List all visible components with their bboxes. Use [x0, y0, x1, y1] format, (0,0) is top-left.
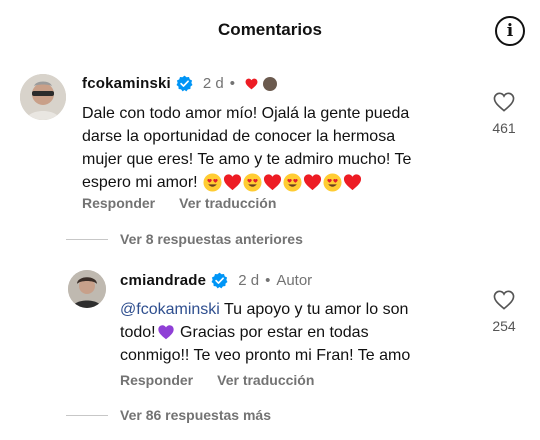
- heart-eyes-emoji-icon: [323, 173, 342, 192]
- separator-dot: •: [229, 75, 236, 92]
- heart-outline-icon[interactable]: [493, 290, 515, 310]
- reply-text: @fcokaminski Tu apoyo y tu amor lo son t…: [120, 298, 440, 367]
- heart-outline-icon[interactable]: [493, 92, 515, 112]
- like-count: 254: [492, 318, 516, 334]
- translate-button[interactable]: Ver traducción: [217, 372, 314, 388]
- reply-meta: cmiandrade 2 d • Autor: [120, 272, 312, 289]
- reply-line: @fcokaminski Tu apoyo y tu amor lo son: [120, 298, 440, 321]
- reply-line-text: Gracias por estar en todas: [175, 324, 369, 341]
- comment-text: Dale con todo amor mío! Ojalá la gente p…: [82, 102, 412, 194]
- red-heart-emoji-icon: [223, 174, 241, 191]
- author-avatar-mini: [263, 76, 278, 91]
- avatar[interactable]: [20, 74, 66, 120]
- purple-heart-emoji-icon: [157, 325, 174, 340]
- username[interactable]: fcokaminski: [82, 75, 171, 92]
- view-previous-replies[interactable]: Ver 8 respuestas anteriores: [66, 231, 303, 247]
- red-heart-icon: [245, 78, 258, 89]
- like-count: 461: [492, 120, 516, 136]
- mention-link[interactable]: @fcokaminski: [120, 301, 220, 318]
- author-badge: Autor: [276, 272, 313, 289]
- info-icon[interactable]: i: [495, 16, 525, 46]
- comment-meta: fcokaminski 2 d •: [82, 75, 278, 92]
- heart-eyes-emoji-icon: [203, 173, 222, 192]
- page-title: Comentarios: [218, 20, 322, 39]
- reply-line: conmigo!! Te veo pronto mi Fran! Te amo: [120, 347, 411, 364]
- view-more-replies[interactable]: Ver 86 respuestas más: [66, 407, 271, 423]
- separator-dot: •: [265, 272, 271, 289]
- comment-line: espero mi amor!: [82, 174, 198, 191]
- reply-line-text: Tu apoyo y tu amor lo son: [219, 301, 409, 318]
- reply-line-text: todo!: [120, 324, 156, 341]
- verified-badge-icon: [211, 272, 228, 289]
- translate-button[interactable]: Ver traducción: [179, 195, 276, 211]
- divider-line: [66, 414, 108, 416]
- comment-line: mujer que eres! Te amo y te admiro mucho…: [82, 151, 412, 168]
- red-heart-emoji-icon: [303, 174, 321, 191]
- like-column: 254: [482, 290, 526, 334]
- avatar[interactable]: [68, 270, 106, 308]
- view-replies-label[interactable]: Ver 86 respuestas más: [120, 407, 271, 423]
- reply-actions: Responder Ver traducción: [120, 372, 314, 388]
- reply-button[interactable]: Responder: [120, 372, 193, 388]
- reply-button[interactable]: Responder: [82, 195, 155, 211]
- heart-eyes-emoji-icon: [283, 173, 302, 192]
- red-heart-emoji-icon: [263, 174, 281, 191]
- red-heart-emoji-icon: [343, 174, 361, 191]
- reply-line: todo! Gracias por estar en todas: [120, 321, 440, 344]
- comment-line: Dale con todo amor mío! Ojalá la gente p…: [82, 105, 410, 122]
- comment-last-line: espero mi amor!: [82, 171, 412, 194]
- comments-screen: Comentarios i fcokaminski 2 d • Dale con…: [0, 0, 540, 440]
- timestamp: 2 d: [238, 272, 260, 289]
- divider-line: [66, 238, 108, 240]
- comment-actions: Responder Ver traducción: [82, 195, 276, 211]
- like-column: 461: [482, 92, 526, 136]
- username[interactable]: cmiandrade: [120, 272, 206, 289]
- comment-line: darse la oportunidad de conocer la hermo…: [82, 128, 396, 145]
- heart-eyes-emoji-icon: [243, 173, 262, 192]
- view-replies-label[interactable]: Ver 8 respuestas anteriores: [120, 231, 303, 247]
- verified-badge-icon: [176, 75, 193, 92]
- timestamp: 2 d: [202, 75, 224, 92]
